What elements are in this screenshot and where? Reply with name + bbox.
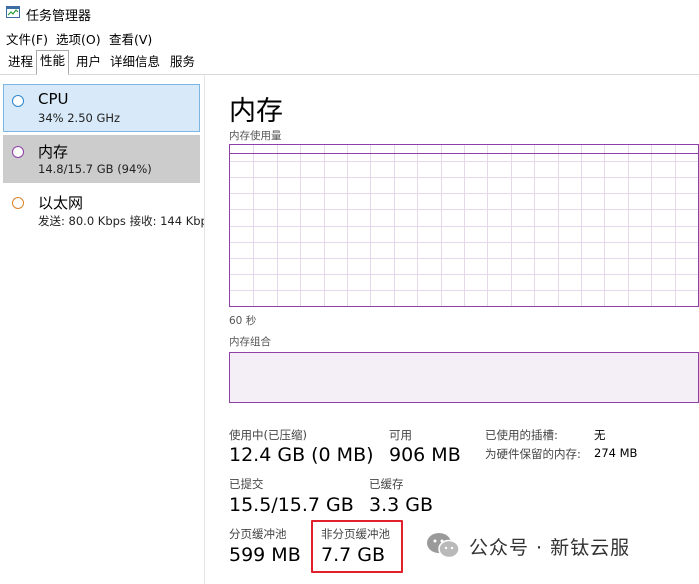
paged-pool-label: 分页缓冲池 bbox=[229, 527, 287, 541]
sidebar-item-detail: 14.8/15.7 GB (94%) bbox=[38, 162, 152, 176]
paged-pool-value: 599 MB bbox=[229, 544, 301, 566]
menu-file[interactable]: 文件(F) bbox=[6, 29, 48, 48]
slots-used-value: 无 bbox=[594, 428, 606, 442]
sidebar-item-cpu[interactable]: CPU 34% 2.50 GHz bbox=[3, 84, 200, 132]
tab-users[interactable]: 用户 bbox=[72, 51, 105, 73]
available-value: 906 MB bbox=[389, 444, 461, 466]
ethernet-indicator-icon bbox=[12, 197, 24, 209]
sidebar-item-label: CPU bbox=[38, 90, 69, 108]
tab-bar: 进程 性能 用户 详细信息 服务 bbox=[0, 48, 699, 75]
tab-services[interactable]: 服务 bbox=[166, 51, 199, 73]
slots-used-label: 已使用的插槽: bbox=[485, 428, 558, 442]
task-manager-icon bbox=[6, 6, 20, 18]
memory-composition-bar bbox=[229, 352, 699, 403]
watermark: 公众号 · 新钛云服 bbox=[425, 530, 630, 562]
in-use-label: 使用中(已压缩) bbox=[229, 428, 307, 442]
memory-usage-graph bbox=[229, 144, 699, 307]
sidebar-item-label: 以太网 bbox=[38, 194, 84, 212]
in-use-value: 12.4 GB (0 MB) bbox=[229, 444, 374, 466]
memory-usage-line bbox=[230, 153, 698, 154]
menu-view[interactable]: 查看(V) bbox=[109, 29, 152, 48]
watermark-text: 公众号 · 新钛云服 bbox=[469, 536, 631, 559]
tab-performance[interactable]: 性能 bbox=[36, 50, 70, 75]
window-title: 任务管理器 bbox=[26, 9, 92, 24]
tab-processes[interactable]: 进程 bbox=[4, 51, 37, 73]
cpu-indicator-icon bbox=[12, 95, 24, 107]
sidebar-item-label: 内存 bbox=[38, 143, 69, 161]
tab-details[interactable]: 详细信息 bbox=[106, 51, 164, 73]
sidebar-item-detail: 34% 2.50 GHz bbox=[38, 111, 121, 125]
graph-grid bbox=[230, 145, 698, 306]
menu-options[interactable]: 选项(O) bbox=[56, 29, 101, 48]
sidebar-item-ethernet[interactable]: 以太网 发送: 80.0 Kbps 接收: 144 Kbps bbox=[3, 186, 204, 234]
page-title: 内存 bbox=[229, 96, 283, 127]
memory-panel: 内存 内存使用量 60 秒 内存组合 使用中(已压缩) 12.4 GB (0 M… bbox=[205, 75, 699, 584]
committed-label: 已提交 bbox=[229, 477, 264, 491]
memory-indicator-icon bbox=[12, 146, 24, 158]
available-label: 可用 bbox=[389, 428, 412, 442]
nonpaged-pool-highlight bbox=[311, 520, 403, 573]
hw-reserved-label: 为硬件保留的内存: bbox=[485, 447, 581, 461]
hw-reserved-value: 274 MB bbox=[594, 446, 638, 460]
title-bar: 任务管理器 bbox=[0, 0, 699, 26]
memory-usage-label: 内存使用量 bbox=[229, 130, 282, 142]
performance-sidebar: CPU 34% 2.50 GHz 内存 14.8/15.7 GB (94%) 以… bbox=[0, 75, 205, 584]
cached-label: 已缓存 bbox=[369, 477, 404, 491]
committed-value: 15.5/15.7 GB bbox=[229, 494, 354, 516]
time-range-label: 60 秒 bbox=[229, 315, 257, 327]
sidebar-item-memory[interactable]: 内存 14.8/15.7 GB (94%) bbox=[3, 135, 200, 183]
sidebar-item-detail: 发送: 80.0 Kbps 接收: 144 Kbps bbox=[38, 214, 205, 228]
cached-value: 3.3 GB bbox=[369, 494, 434, 516]
menu-bar: 文件(F) 选项(O) 查看(V) bbox=[0, 26, 699, 48]
memory-composition-label: 内存组合 bbox=[229, 336, 271, 348]
wechat-icon bbox=[427, 533, 460, 559]
